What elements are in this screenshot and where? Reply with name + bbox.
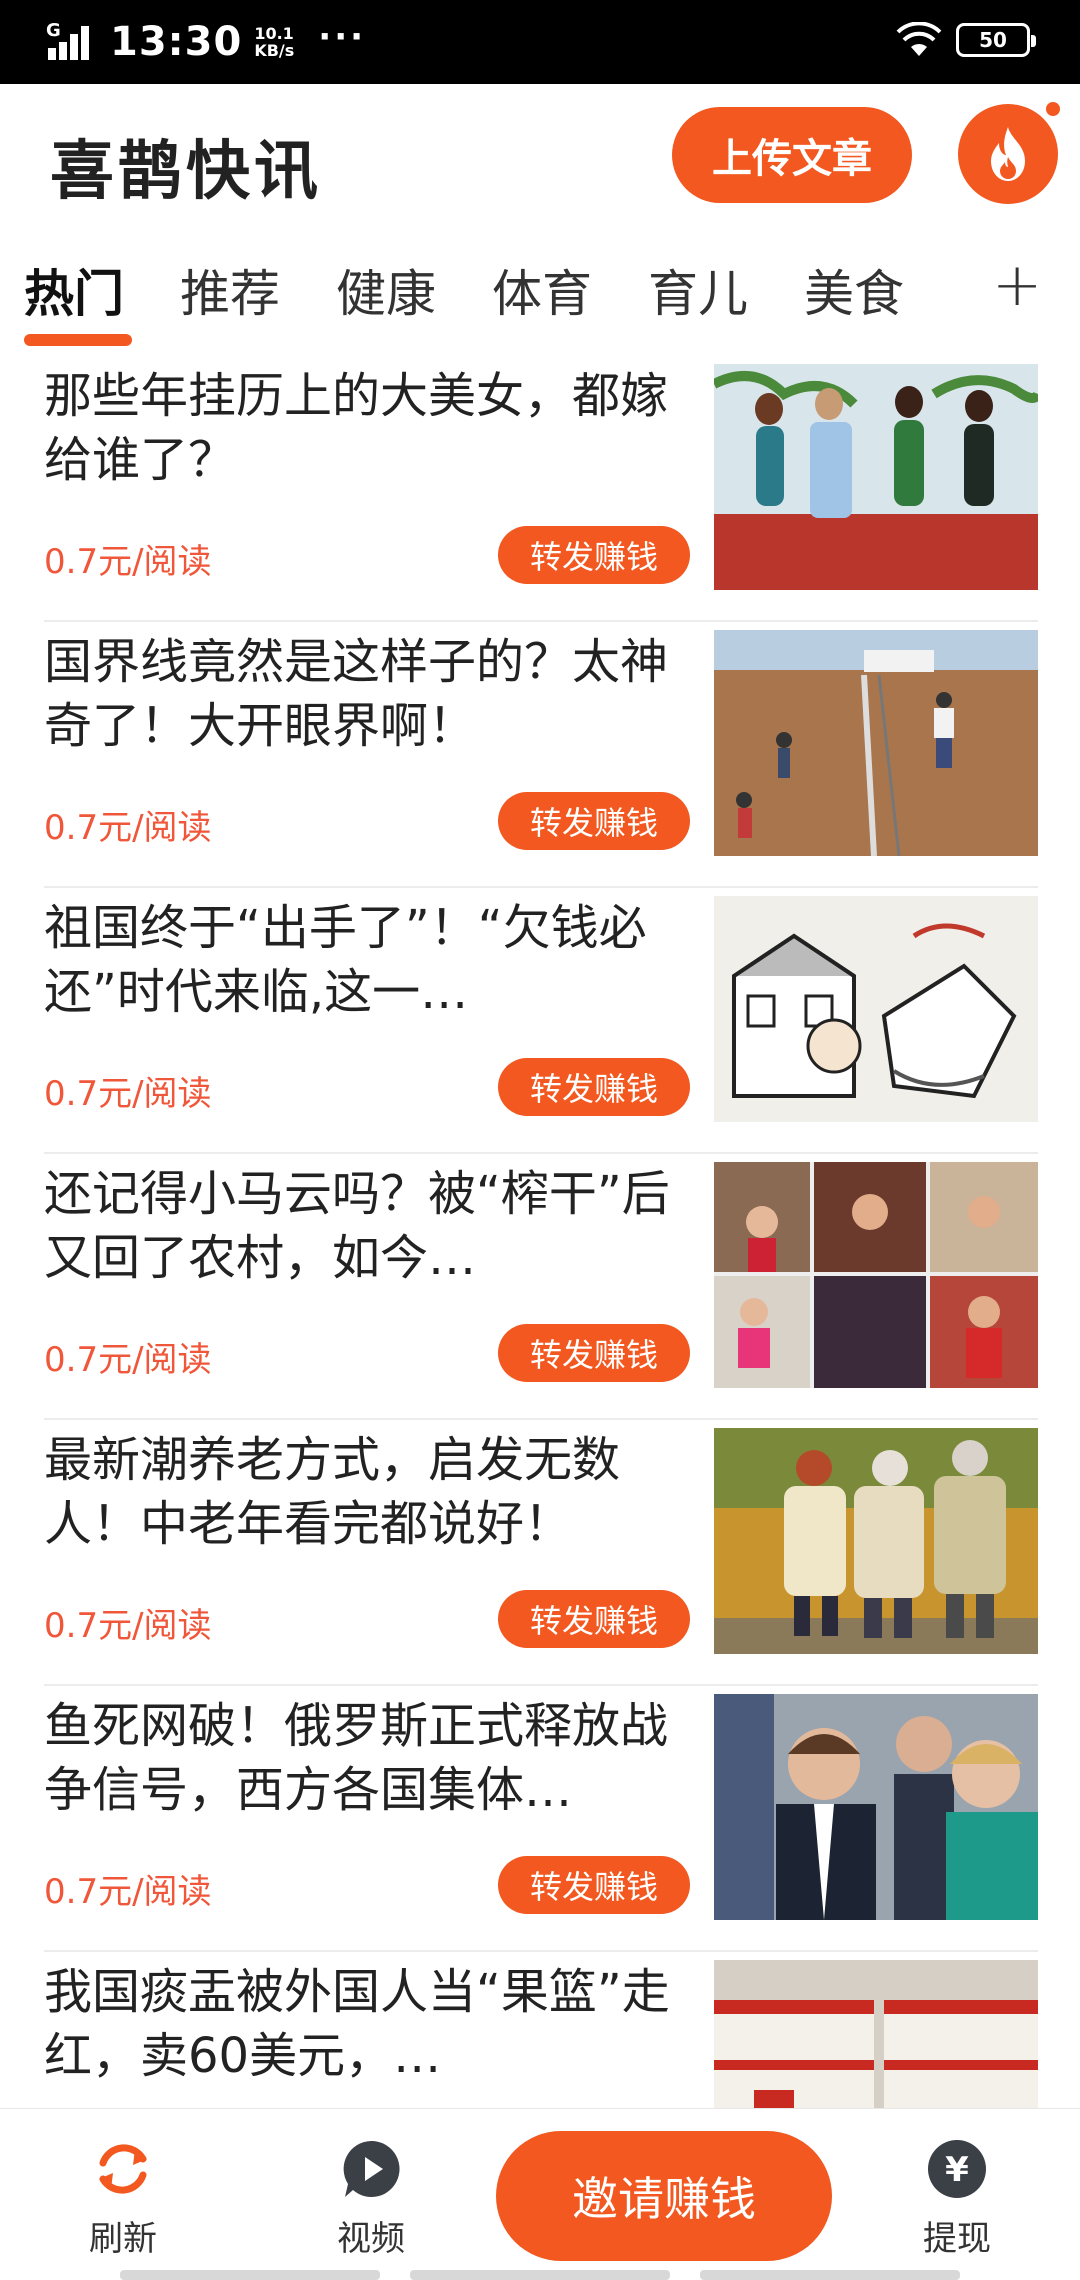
nav-video-label: 视频	[337, 2219, 405, 2259]
speed-unit: KB/s	[254, 41, 295, 60]
tab-parenting[interactable]: 育儿	[648, 254, 748, 326]
add-tab-button[interactable]: +	[992, 250, 1042, 320]
tab-recommend[interactable]: 推荐	[180, 254, 280, 326]
share-earn-button[interactable]: 转发赚钱	[498, 792, 690, 850]
list-item[interactable]: 最新潮养老方式，启发无数人！中老年看完都说好！ 0.7元/阅读 转发赚钱	[0, 1420, 1080, 1686]
signal-icon: G	[46, 20, 96, 62]
article-thumbnail[interactable]	[714, 896, 1038, 1122]
tab-sports[interactable]: 体育	[492, 254, 592, 326]
article-thumbnail[interactable]	[714, 1694, 1038, 1920]
article-thumbnail[interactable]	[714, 1162, 1038, 1388]
list-item[interactable]: 我国痰盂被外国人当“果篮”走红，卖60美元，…	[0, 1952, 1080, 2108]
article-thumbnail[interactable]	[714, 364, 1038, 590]
share-earn-button[interactable]: 转发赚钱	[498, 526, 690, 584]
share-earn-button[interactable]: 转发赚钱	[498, 1590, 690, 1648]
share-earn-button[interactable]: 转发赚钱	[498, 1856, 690, 1914]
nav-refresh-label: 刷新	[89, 2219, 157, 2259]
tab-food[interactable]: 美食	[804, 254, 904, 326]
article-thumbnail[interactable]	[714, 630, 1038, 856]
article-reward: 0.7元/阅读	[44, 1606, 212, 1646]
more-notifications-icon: ···	[318, 17, 367, 57]
video-play-icon	[343, 2140, 400, 2197]
yuan-icon: ¥	[928, 2140, 986, 2198]
wifi-icon	[896, 22, 942, 56]
refresh-icon	[99, 2144, 147, 2194]
article-reward: 0.7元/阅读	[44, 808, 212, 848]
list-item[interactable]: 还记得小马云吗？被“榨干”后又回了农村，如今… 0.7元/阅读 转发赚钱	[0, 1154, 1080, 1420]
clock: 13:30	[110, 19, 243, 65]
article-reward: 0.7元/阅读	[44, 1872, 212, 1912]
share-earn-button[interactable]: 转发赚钱	[498, 1324, 690, 1382]
article-title[interactable]: 祖国终于“出手了”！“欠钱必还”时代来临,这一…	[44, 896, 694, 1024]
active-tab-indicator	[24, 334, 132, 346]
article-reward: 0.7元/阅读	[44, 1074, 212, 1114]
nav-withdraw-label: 提现	[923, 2219, 991, 2259]
nav-video[interactable]: 视频	[306, 2137, 436, 2260]
list-item[interactable]: 那些年挂历上的大美女，都嫁给谁了？ 0.7元/阅读 转发赚钱	[0, 356, 1080, 622]
tab-health[interactable]: 健康	[336, 254, 436, 326]
article-title[interactable]: 还记得小马云吗？被“榨干”后又回了农村，如今…	[44, 1162, 694, 1290]
network-speed: 10.1 KB/s	[254, 25, 294, 59]
share-earn-button[interactable]: 转发赚钱	[498, 1058, 690, 1116]
article-thumbnail[interactable]	[714, 1428, 1038, 1654]
article-title[interactable]: 最新潮养老方式，启发无数人！中老年看完都说好！	[44, 1428, 694, 1556]
upload-article-button[interactable]: 上传文章	[672, 107, 912, 203]
news-feed[interactable]: 那些年挂历上的大美女，都嫁给谁了？ 0.7元/阅读 转发赚钱 国界线竟然是这样子…	[0, 356, 1080, 2108]
gesture-bar	[120, 2270, 960, 2280]
invite-earn-button[interactable]: 邀请赚钱	[496, 2131, 832, 2261]
article-thumbnail[interactable]	[714, 1960, 1038, 2108]
flame-icon	[991, 127, 1025, 181]
list-item[interactable]: 鱼死网破！俄罗斯正式释放战争信号，西方各国集体… 0.7元/阅读 转发赚钱	[0, 1686, 1080, 1952]
status-bar: G 13:30 10.1 KB/s ··· 50	[0, 0, 1080, 84]
article-reward: 0.7元/阅读	[44, 1340, 212, 1380]
app-title: 喜鹊快讯	[50, 135, 322, 209]
app-header: 喜鹊快讯 上传文章	[0, 84, 1080, 234]
list-item[interactable]: 国界线竟然是这样子的？太神奇了！大开眼界啊！ 0.7元/阅读 转发赚钱	[0, 622, 1080, 888]
hot-button[interactable]	[958, 104, 1058, 204]
yuan-symbol: ¥	[945, 2150, 969, 2190]
bottom-navigation: 刷新 视频 邀请赚钱 ¥ 提现	[0, 2108, 1080, 2280]
nav-refresh[interactable]: 刷新	[58, 2137, 188, 2260]
battery-icon: 50	[956, 23, 1036, 57]
list-item[interactable]: 祖国终于“出手了”！“欠钱必还”时代来临,这一… 0.7元/阅读 转发赚钱	[0, 888, 1080, 1154]
battery-level: 50	[979, 28, 1007, 52]
network-type: G	[46, 20, 61, 41]
notification-dot	[1044, 100, 1062, 118]
tab-hot[interactable]: 热门	[24, 254, 124, 326]
category-tabs: 热门 推荐 健康 体育 育儿 美食 +	[0, 234, 1080, 354]
article-title[interactable]: 我国痰盂被外国人当“果篮”走红，卖60美元，…	[44, 1960, 694, 2088]
nav-withdraw[interactable]: ¥ 提现	[892, 2137, 1022, 2260]
article-title[interactable]: 国界线竟然是这样子的？太神奇了！大开眼界啊！	[44, 630, 694, 758]
article-title[interactable]: 那些年挂历上的大美女，都嫁给谁了？	[44, 364, 694, 492]
article-reward: 0.7元/阅读	[44, 542, 212, 582]
article-title[interactable]: 鱼死网破！俄罗斯正式释放战争信号，西方各国集体…	[44, 1694, 694, 1822]
